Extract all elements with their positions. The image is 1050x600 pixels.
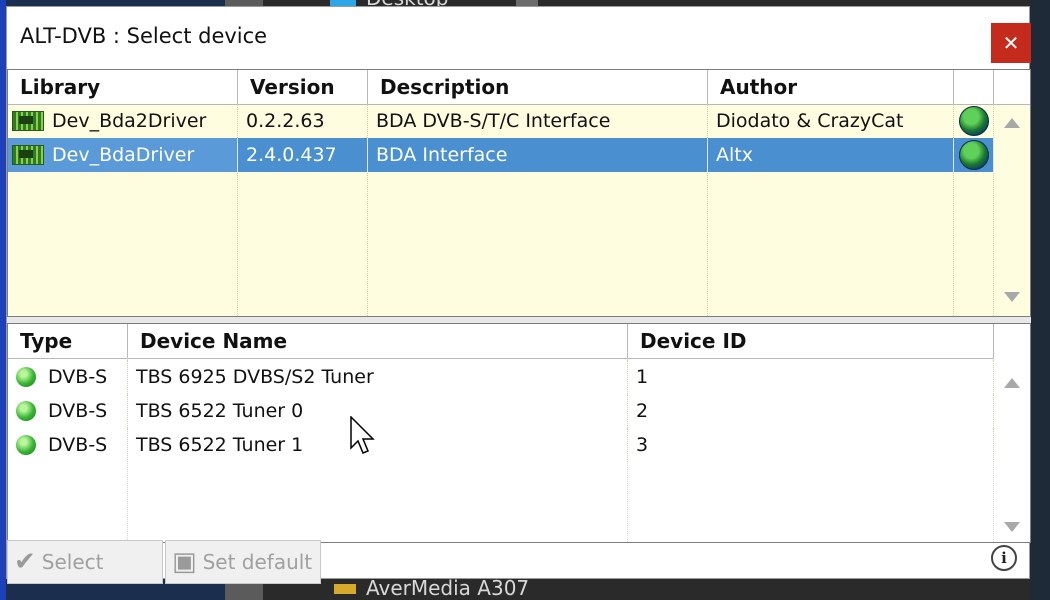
table-row[interactable]: DVB-S TBS 6522 Tuner 0 2 [8,394,994,428]
device-name-cell: TBS 6925 DVBS/S2 Tuner [128,360,628,394]
column-header-author[interactable]: Author [708,70,954,104]
column-header-library[interactable]: Library [8,70,238,104]
column-header-status[interactable] [954,70,994,104]
library-cell: Dev_BdaDriver [8,138,238,172]
double-check-icon: ✔ [14,547,36,577]
globe-icon [958,140,989,170]
column-header-description[interactable]: Description [368,70,708,104]
globe-icon [958,106,989,136]
table-row[interactable]: DVB-S TBS 6925 DVBS/S2 Tuner 1 [8,360,994,394]
set-default-button-label: Set default [202,550,313,574]
table-row[interactable]: DVB-S TBS 6522 Tuner 1 3 [8,428,994,462]
table-row-selected[interactable]: Dev_BdaDriver 2.4.0.437 BDA Interface Al… [8,138,994,172]
device-list-header: Type Device Name Device ID [8,324,994,359]
column-header-device-name[interactable]: Device Name [128,324,628,358]
scroll-up-icon[interactable] [1004,378,1020,388]
green-dot-icon [16,435,36,455]
select-button-label: Select [41,550,104,574]
desktop-folder-icon [334,584,356,594]
device-id-cell: 2 [628,394,994,428]
author-cell: Altx [708,138,954,172]
type-cell: DVB-S [8,394,128,428]
info-icon[interactable]: i [991,545,1017,571]
column-header-type[interactable]: Type [8,324,128,358]
library-name: Dev_BdaDriver [52,144,195,166]
column-header-version[interactable]: Version [238,70,368,104]
library-cell: Dev_Bda2Driver [8,104,238,138]
library-list[interactable]: Library Version Description Author Dev_B… [7,69,1031,317]
status-cell [954,104,994,138]
device-type: DVB-S [48,400,108,422]
author-cell: Diodato & CrazyCat [708,104,954,138]
device-type: DVB-S [48,366,108,388]
window-title: ALT-DVB : Select device [20,24,268,48]
table-row[interactable]: Dev_Bda2Driver 0.2.2.63 BDA DVB-S/T/C In… [8,104,994,138]
green-dot-icon [16,401,36,421]
version-cell: 0.2.2.63 [238,104,368,138]
scroll-up-icon[interactable] [1004,118,1020,128]
select-button[interactable]: ✔ Select [7,540,163,584]
device-name-cell: TBS 6522 Tuner 1 [128,428,628,462]
device-id-cell: 3 [628,428,994,462]
device-type: DVB-S [48,434,108,456]
scroll-down-icon[interactable] [1004,522,1020,532]
description-cell: BDA DVB-S/T/C Interface [368,104,708,138]
library-list-header: Library Version Description Author [8,70,1030,105]
close-icon: ✕ [1002,31,1020,55]
select-device-dialog: ALT-DVB : Select device ✕ Library Versio… [6,6,1031,584]
device-list[interactable]: Type Device Name Device ID DVB-S TBS 692… [7,323,1031,543]
column-header-device-id[interactable]: Device ID [628,324,994,358]
status-cell [954,138,994,172]
chip-icon [12,111,44,131]
green-dot-icon [16,367,36,387]
type-cell: DVB-S [8,360,128,394]
library-name: Dev_Bda2Driver [52,110,207,132]
close-button[interactable]: ✕ [991,23,1031,63]
description-cell: BDA Interface [368,138,708,172]
scroll-down-icon[interactable] [1004,292,1020,302]
desktop-item-label: AverMedia A307 [366,576,530,600]
mouse-cursor-icon [350,416,375,454]
device-id-cell: 1 [628,360,994,394]
desktop-edge-right [1030,0,1050,600]
version-cell: 2.4.0.437 [238,138,368,172]
floppy-disk-icon: ▣ [172,547,197,577]
device-name-cell: TBS 6522 Tuner 0 [128,394,628,428]
chip-icon [12,145,44,165]
set-default-button[interactable]: ▣ Set default [165,540,321,584]
type-cell: DVB-S [8,428,128,462]
